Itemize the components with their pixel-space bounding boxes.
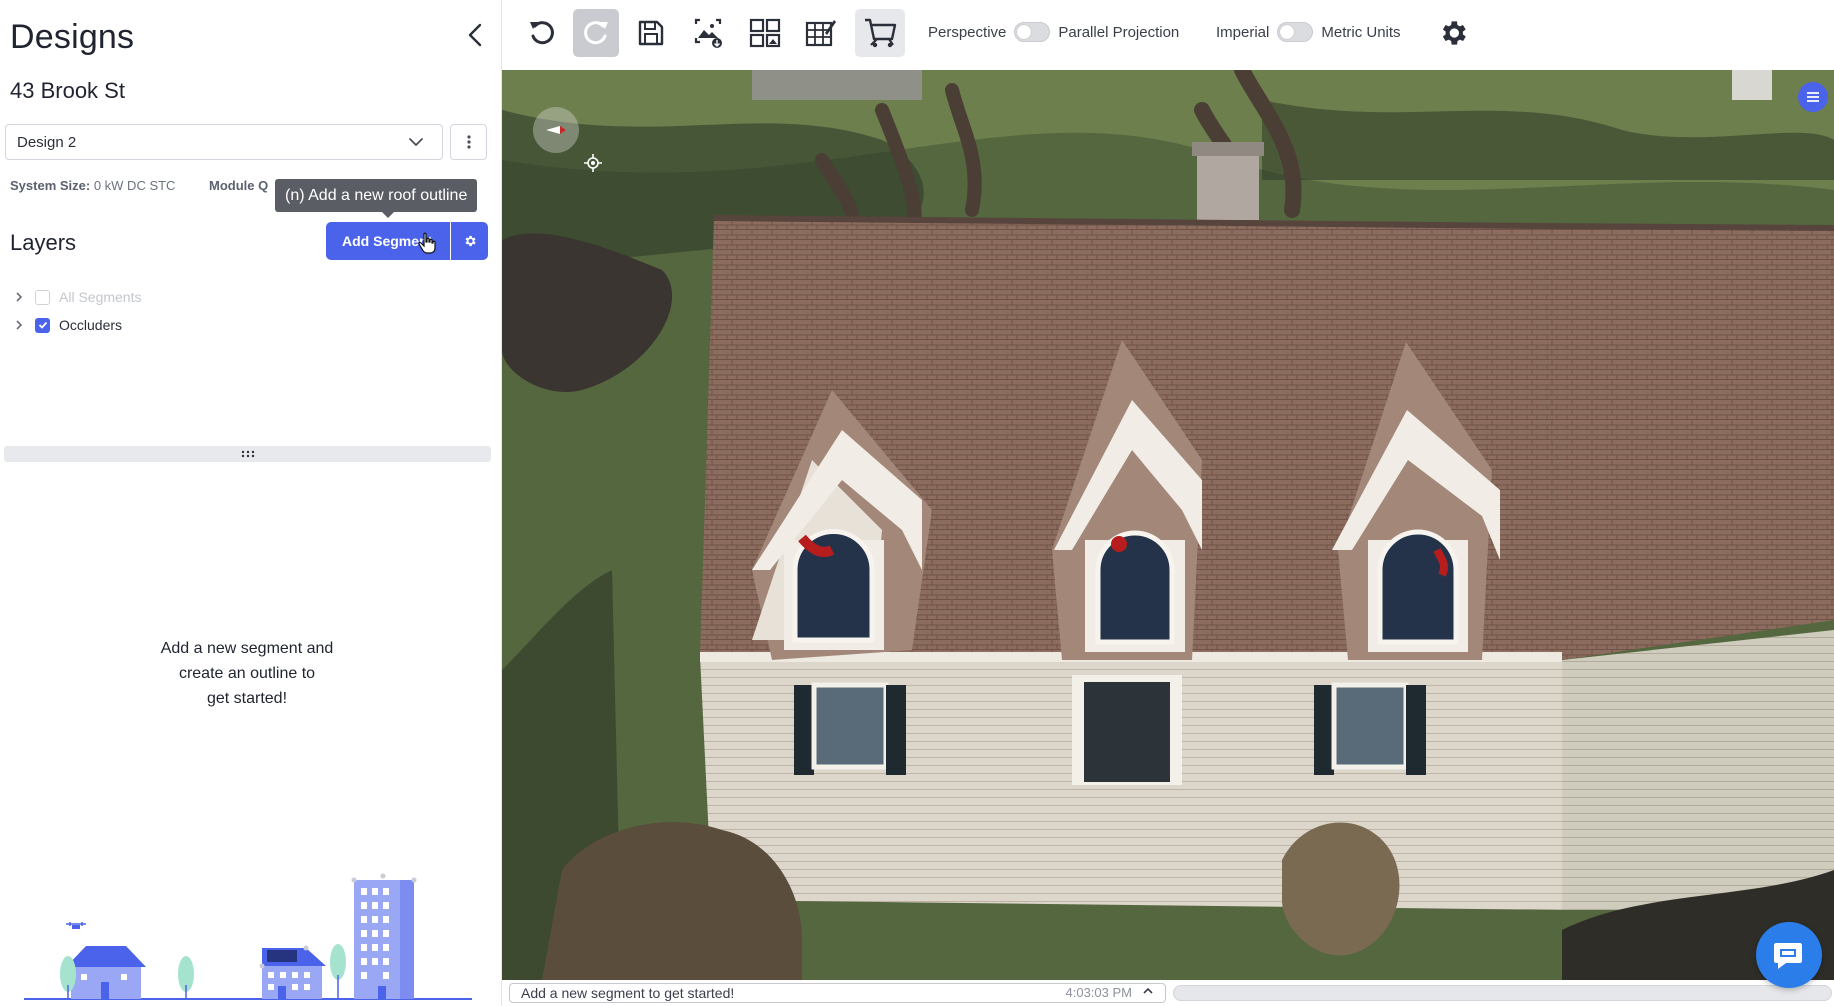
kebab-icon [466,135,471,149]
chat-icon [1774,943,1802,969]
drag-handle-icon [241,450,254,458]
chevron-up-icon [1143,987,1153,994]
layer-label: All Segments [59,289,142,305]
toolbar: Perspective Parallel Projection Imperial… [502,0,1834,70]
empty-line-3: get started! [206,690,288,707]
collapse-panel-button[interactable] [460,20,490,50]
system-size-label: System Size: [10,178,91,193]
edit-table-button[interactable] [798,9,844,57]
layers-title: Layers [10,230,77,255]
units-toggle-group: Imperial Metric Units [1216,22,1401,42]
layer-checkbox[interactable] [35,289,50,305]
buildings-illustration [24,873,472,1000]
projection-switch[interactable] [1014,22,1051,42]
chevron-down-icon [409,138,423,146]
redo-button[interactable] [573,9,619,57]
settings-button[interactable] [1436,16,1470,50]
system-summary: System Size: 0 kW DC STC Module Q [10,178,268,193]
house-3d-model [502,70,1834,980]
layer-occluders: Occluders [12,314,122,336]
compass-button[interactable] [533,107,579,153]
save-button[interactable] [628,9,674,57]
status-bar: Add a new segment to get started! 4:03:0… [502,980,1834,1006]
perspective-label: Perspective [928,23,1007,41]
compass-icon [546,126,566,134]
cart-icon [865,18,897,48]
locate-button[interactable] [584,154,602,177]
empty-line-2: create an outline to [178,665,316,682]
status-time: 4:03:03 PM [1065,985,1133,1000]
panel-title: Designs [10,18,135,56]
status-progress-track [1173,985,1832,1001]
projection-toggle-group: Perspective Parallel Projection [928,22,1179,42]
panel-resize-handle[interactable] [4,446,491,462]
hand-cursor-icon [418,232,436,254]
segment-settings-button[interactable] [451,222,488,260]
layer-checkbox[interactable] [35,317,50,333]
cart-button[interactable] [855,9,905,57]
layout-button[interactable] [742,9,788,57]
chat-support-button[interactable] [1756,922,1822,988]
undo-icon [530,21,554,45]
undo-button[interactable] [519,9,565,57]
units-switch[interactable] [1277,22,1314,42]
system-size-value: 0 kW DC STC [93,178,176,193]
checkmark-icon [38,321,47,329]
empty-line-1: Add a new segment and [160,640,334,657]
gear-icon [1442,21,1466,45]
gear-icon [465,235,476,247]
project-address: 43 Brook St [10,78,125,103]
layer-label: Occluders [59,317,123,333]
export-image-button[interactable] [685,9,731,57]
redo-icon [584,21,608,45]
imperial-label: Imperial [1216,23,1270,41]
expand-caret-icon[interactable] [12,291,26,303]
front-windows [794,675,1426,785]
image-export-icon [694,18,722,48]
metric-units-label: Metric Units [1321,23,1401,41]
add-segment-tooltip: (n) Add a new roof outline [275,179,478,218]
status-text: Add a new segment to get started! [521,985,735,1001]
design-select-value: Design 2 [17,133,77,151]
menu-icon [1807,92,1819,102]
parallel-projection-label: Parallel Projection [1058,23,1180,41]
grid-layout-icon [749,18,781,48]
chevron-left-icon [468,23,482,47]
locate-icon [584,154,602,172]
layer-all-segments: All Segments [12,286,141,308]
designs-panel: Designs 43 Brook St Design 2 System Size… [0,0,502,1006]
save-icon [638,20,664,46]
expand-caret-icon[interactable] [12,319,26,331]
design-options-button[interactable] [450,124,487,160]
module-quantity-label: Module Q [209,178,269,193]
3d-viewport[interactable] [502,70,1834,980]
table-edit-icon [805,20,836,47]
viewport-menu-button[interactable] [1798,82,1828,112]
design-select[interactable]: Design 2 [5,124,443,160]
status-message[interactable]: Add a new segment to get started! 4:03:0… [509,983,1166,1003]
empty-state-message: Add a new segment and create an outline … [110,636,384,711]
